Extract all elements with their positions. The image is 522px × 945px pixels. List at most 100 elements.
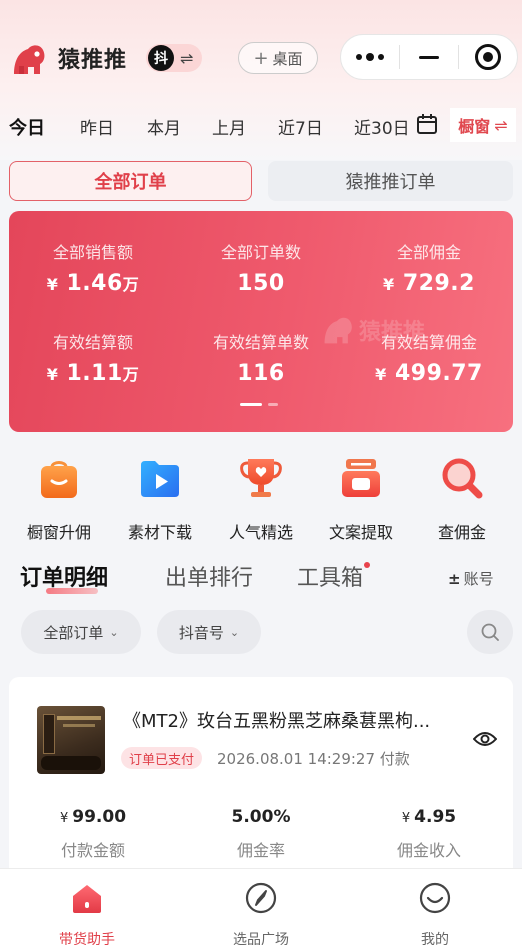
metric-label: 付款金额: [60, 841, 125, 860]
metric-commission-rate: 5.00% 佣金率: [177, 807, 345, 861]
stat-valid-settlement: 有效结算额 ¥ 1.11万: [9, 329, 177, 386]
date-tab-yesterday[interactable]: 昨日: [80, 114, 114, 139]
target-icon: [475, 44, 501, 70]
date-tab-this-month[interactable]: 本月: [147, 114, 181, 139]
stat-label: 全部销售额: [52, 243, 133, 262]
douyin-icon: 抖: [148, 45, 174, 71]
tool-label: 橱窗升佣: [26, 523, 91, 542]
tool-label: 素材下载: [127, 523, 192, 542]
stat-valid-settlement-commission: 有效结算佣金 ¥ 499.77: [345, 329, 513, 386]
stat-value: 150: [237, 271, 285, 296]
stat-label: 有效结算佣金: [380, 333, 477, 352]
desk-button-label: 桌面: [272, 49, 303, 68]
order-card[interactable]: 《MT2》玫台五黑粉黑芝麻桑葚黑枸... 订单已支付 2026.08.01 14…: [9, 677, 513, 887]
tab-order-details[interactable]: 订单明细: [20, 560, 108, 592]
chevron-down-icon: ⌄: [109, 625, 119, 639]
date-range-tabs: 今日 昨日 本月 上月 近7日 近30日 橱窗 ⇌: [0, 108, 522, 144]
smile-icon: [419, 882, 451, 914]
tool-check-commission[interactable]: 查佣金: [410, 455, 514, 543]
account-button[interactable]: ± 账号: [448, 568, 494, 589]
pager-dot: [268, 403, 278, 406]
calendar-icon[interactable]: [416, 113, 438, 135]
search-button[interactable]: [467, 610, 513, 654]
account-filter[interactable]: 抖音号 ⌄: [157, 610, 261, 654]
stat-total-commission: 全部佣金 ¥ 729.2: [345, 239, 513, 296]
stat-label: 有效结算单数: [212, 333, 309, 352]
trophy-heart-icon: [240, 459, 282, 497]
compass-icon: [245, 882, 277, 914]
metric-value: 5.00%: [231, 807, 291, 827]
gorilla-logo-icon: [14, 45, 45, 74]
tab-toolbox[interactable]: 工具箱: [297, 560, 363, 592]
date-tab-last-month[interactable]: 上月: [212, 114, 246, 139]
product-title: 《MT2》玫台五黑粉黑芝麻桑葚黑枸...: [123, 711, 431, 732]
tab-all-orders[interactable]: 全部订单: [9, 161, 252, 201]
stat-label: 全部佣金: [396, 243, 461, 262]
stat-value: 116: [237, 361, 285, 386]
stat-label: 有效结算额: [52, 333, 133, 352]
nav-sales-assistant[interactable]: 带货助手: [0, 881, 174, 945]
home-icon: [73, 885, 101, 913]
pager-dot-active: [240, 403, 262, 406]
payment-time: 2026.08.01 14:29:27 付款: [217, 750, 410, 768]
video-text-icon: [342, 459, 380, 497]
add-to-desktop-button[interactable]: + 桌面: [238, 42, 318, 74]
tool-copy-extract[interactable]: 文案提取: [309, 455, 413, 543]
magnifier-icon: [442, 458, 483, 499]
platform-switch[interactable]: 抖 ⇌: [146, 44, 202, 72]
nav-product-square[interactable]: 选品广场: [174, 881, 348, 945]
folder-play-icon: [141, 461, 179, 497]
chevron-down-icon: ⌄: [229, 625, 240, 639]
tool-label: 查佣金: [437, 523, 486, 542]
stat-value: ¥ 1.46万: [46, 271, 140, 296]
miniapp-capsule: [340, 34, 518, 80]
window-tab-label: 橱窗: [458, 117, 491, 136]
stat-total-orders: 全部订单数 150: [177, 239, 345, 296]
metric-label: 佣金收入: [396, 841, 461, 860]
window-switch-tab[interactable]: 橱窗 ⇌: [450, 108, 516, 142]
nav-mine[interactable]: 我的: [348, 881, 522, 945]
filter-label: 抖音号: [178, 623, 224, 642]
plus-minus-icon: ±: [448, 570, 461, 588]
date-tab-30-days[interactable]: 近30日: [354, 114, 410, 139]
product-thumbnail: [37, 706, 105, 774]
stat-total-sales: 全部销售额 ¥ 1.46万: [9, 239, 177, 296]
more-menu-button[interactable]: [341, 35, 399, 79]
minimize-button[interactable]: [400, 35, 458, 79]
nav-label: 选品广场: [233, 932, 289, 945]
stat-label: 全部订单数: [220, 243, 301, 262]
nav-label: 带货助手: [59, 932, 115, 945]
metric-payment-amount: ¥99.00 付款金额: [9, 807, 177, 861]
search-icon: [481, 623, 499, 641]
tool-material-download[interactable]: 素材下载: [108, 455, 212, 543]
swap-icon: ⇌: [180, 48, 194, 68]
more-dots-icon: [356, 53, 384, 61]
metric-value: ¥4.95: [401, 807, 457, 827]
order-status-filter[interactable]: 全部订单 ⌄: [21, 610, 141, 654]
quick-tools: 橱窗升佣 素材下载 人气精选 文案提取 查佣金: [0, 455, 522, 545]
close-miniapp-button[interactable]: [459, 35, 517, 79]
date-tab-7-days[interactable]: 近7日: [278, 114, 323, 139]
stat-value: ¥ 1.11万: [46, 361, 140, 386]
carousel-pager: [240, 403, 278, 406]
tab-order-ranking[interactable]: 出单排行: [165, 560, 253, 592]
stat-value: ¥ 499.77: [375, 361, 483, 386]
stat-value: ¥ 729.2: [383, 271, 475, 296]
status-badge: 订单已支付: [121, 747, 203, 769]
notification-dot: [364, 562, 370, 568]
date-tab-today[interactable]: 今日: [9, 114, 45, 140]
bottom-navigation: 带货助手 选品广场 我的: [0, 868, 522, 945]
stat-valid-settlement-count: 有效结算单数 116: [177, 329, 345, 386]
metric-value: ¥99.00: [59, 807, 127, 827]
account-label: 账号: [463, 570, 494, 588]
stats-card[interactable]: 猿推推 全部销售额 ¥ 1.46万 全部订单数 150 全部佣金 ¥ 729.2…: [9, 211, 513, 432]
app-name: 猿推推: [58, 48, 128, 73]
tool-window-commission[interactable]: 橱窗升佣: [7, 455, 111, 543]
tool-label: 人气精选: [228, 523, 293, 542]
metric-commission-income: ¥4.95 佣金收入: [345, 807, 513, 861]
tab-yuantuitui-orders[interactable]: 猿推推订单: [268, 161, 513, 201]
tool-popular-picks[interactable]: 人气精选: [209, 455, 313, 543]
nav-label: 我的: [421, 932, 449, 945]
section-tabs: 订单明细 出单排行 工具箱 ± 账号: [0, 560, 522, 600]
eye-icon[interactable]: [473, 729, 497, 749]
